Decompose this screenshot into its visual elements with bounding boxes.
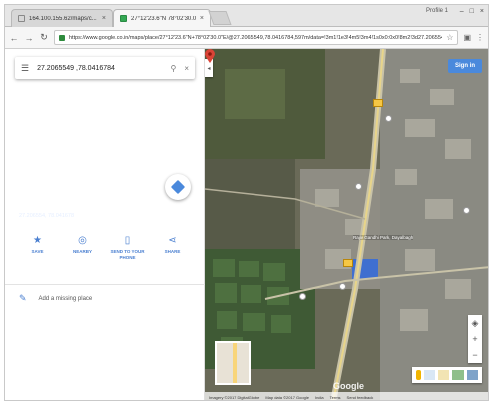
forward-arrow-icon[interactable]: → xyxy=(24,33,34,43)
feedback-link[interactable]: Send feedback xyxy=(347,395,374,400)
imagery-credit: Imagery ©2017 DigitalGlobe xyxy=(209,394,260,400)
google-logo: Google xyxy=(333,381,364,391)
window-controls: – □ × xyxy=(460,8,484,15)
search-icon[interactable]: ⚲ xyxy=(170,64,176,73)
page-icon xyxy=(18,15,25,22)
menu-dots-icon[interactable]: ⋮ xyxy=(476,33,484,42)
clear-icon[interactable]: × xyxy=(184,64,189,73)
page-content: ☰ 27.2065549 ,78.0416784 ⚲ × Directions … xyxy=(5,49,488,400)
maps-favicon-icon xyxy=(120,15,127,22)
search-input[interactable]: 27.2065549 ,78.0416784 xyxy=(37,65,162,72)
place-coordinates-decimal: 27.206554, 78.041678 xyxy=(19,213,75,219)
poi-marker-icon[interactable] xyxy=(385,115,392,122)
region-link[interactable]: India xyxy=(315,395,324,400)
tab-strip: 164.100.155.62/maps/c... × 27°12'23.6"N … xyxy=(5,5,488,27)
poi-marker-icon[interactable] xyxy=(299,293,306,300)
road-shield-icon xyxy=(343,259,353,267)
add-missing-place-link[interactable]: ✎ Add a missing place xyxy=(19,293,92,304)
map-view-toggle[interactable] xyxy=(215,341,251,385)
zoom-control: ◈ + − xyxy=(468,315,482,363)
phone-icon: ▯ xyxy=(124,235,131,246)
browser-window: 164.100.155.62/maps/c... × 27°12'23.6"N … xyxy=(4,4,489,401)
layers-bar xyxy=(412,367,482,383)
url-text: https://www.google.co.in/maps/place/27°1… xyxy=(69,34,443,41)
maximize-icon[interactable]: □ xyxy=(470,8,474,15)
browser-tab-1[interactable]: 164.100.155.62/maps/c... × xyxy=(11,9,113,27)
poi-marker-icon[interactable] xyxy=(339,283,346,290)
location-pin-icon[interactable] xyxy=(205,49,215,63)
nearby-button[interactable]: ◎ NEARBY xyxy=(63,235,103,284)
road-thumbnail xyxy=(233,343,237,383)
tab-title: 164.100.155.62/maps/c... xyxy=(29,15,97,22)
search-box[interactable]: ☰ 27.2065549 ,78.0416784 ⚲ × xyxy=(15,57,195,79)
share-button[interactable]: ⋖ SHARE xyxy=(153,235,193,284)
pegman-icon[interactable] xyxy=(416,370,421,380)
minimize-icon[interactable]: – xyxy=(460,8,464,15)
directions-label[interactable]: Directions xyxy=(162,213,189,219)
new-tab-button[interactable] xyxy=(208,11,232,25)
add-missing-place-label: Add a missing place xyxy=(38,295,93,302)
address-bar[interactable]: https://www.google.co.in/maps/place/27°1… xyxy=(54,30,459,45)
map-data-credit: Map data ©2017 Google xyxy=(265,394,309,400)
pin-place-label[interactable]: Rajiv Gandhi Park, Dayalbagh xyxy=(353,235,414,240)
sign-in-button[interactable]: Sign in xyxy=(448,59,482,73)
close-window-icon[interactable]: × xyxy=(480,8,484,15)
zoom-out-button[interactable]: − xyxy=(472,350,477,360)
poi-marker-icon[interactable] xyxy=(355,183,362,190)
tab-title: 27°12'23.6"N 78°02'30.0"... xyxy=(131,15,196,22)
terms-link[interactable]: Terms xyxy=(330,395,341,400)
layer-thumbnail[interactable] xyxy=(466,370,479,380)
bookmark-star-icon[interactable]: ☆ xyxy=(446,33,453,42)
road-shield-icon xyxy=(373,99,383,107)
profile-label[interactable]: Profile 1 xyxy=(426,8,448,14)
star-icon: ★ xyxy=(33,235,42,246)
action-row: ★ SAVE ◎ NEARBY ▯ SEND TO YOUR PHONE ⋖ S… xyxy=(5,235,205,285)
place-coordinates-dms: 27°12'23.6"N 78°02'30.0"E xyxy=(19,199,148,211)
layer-thumbnail[interactable] xyxy=(452,370,464,380)
add-place-icon: ✎ xyxy=(19,293,27,303)
close-tab-icon[interactable]: × xyxy=(200,15,204,22)
nearby-label: NEARBY xyxy=(72,249,92,254)
share-icon: ⋖ xyxy=(168,235,177,246)
side-panel: ☰ 27.2065549 ,78.0416784 ⚲ × Directions … xyxy=(5,49,205,400)
address-toolbar: ← → ↻ https://www.google.co.in/maps/plac… xyxy=(5,27,488,49)
layer-thumbnail[interactable] xyxy=(423,370,436,380)
close-tab-icon[interactable]: × xyxy=(102,15,106,22)
secure-lock-icon xyxy=(59,34,65,41)
send-to-phone-label: SEND TO YOUR PHONE xyxy=(110,249,145,260)
save-button[interactable]: ★ SAVE xyxy=(18,235,58,284)
layer-thumbnail[interactable] xyxy=(438,370,450,380)
menu-icon[interactable]: ☰ xyxy=(21,63,29,74)
zoom-in-button[interactable]: + xyxy=(472,334,477,344)
directions-button[interactable] xyxy=(165,174,191,200)
share-label: SHARE xyxy=(164,249,181,254)
browser-tab-2[interactable]: 27°12'23.6"N 78°02'30.0"... × xyxy=(113,9,211,27)
reload-icon[interactable]: ↻ xyxy=(39,32,49,43)
directions-icon xyxy=(170,179,186,195)
nearby-icon: ◎ xyxy=(78,235,87,246)
extension-icon[interactable]: ▣ xyxy=(463,33,471,42)
compass-icon[interactable]: ◈ xyxy=(472,318,479,329)
back-arrow-icon[interactable]: ← xyxy=(9,33,19,43)
save-label: SAVE xyxy=(31,249,44,254)
map-footer: Imagery ©2017 DigitalGlobe Map data ©201… xyxy=(205,392,488,400)
send-to-phone-button[interactable]: ▯ SEND TO YOUR PHONE xyxy=(108,235,148,284)
poi-marker-icon[interactable] xyxy=(463,207,470,214)
satellite-map[interactable]: ◂ Sign in Rajiv Gandhi Park, Dayalbagh ◈… xyxy=(205,49,488,400)
